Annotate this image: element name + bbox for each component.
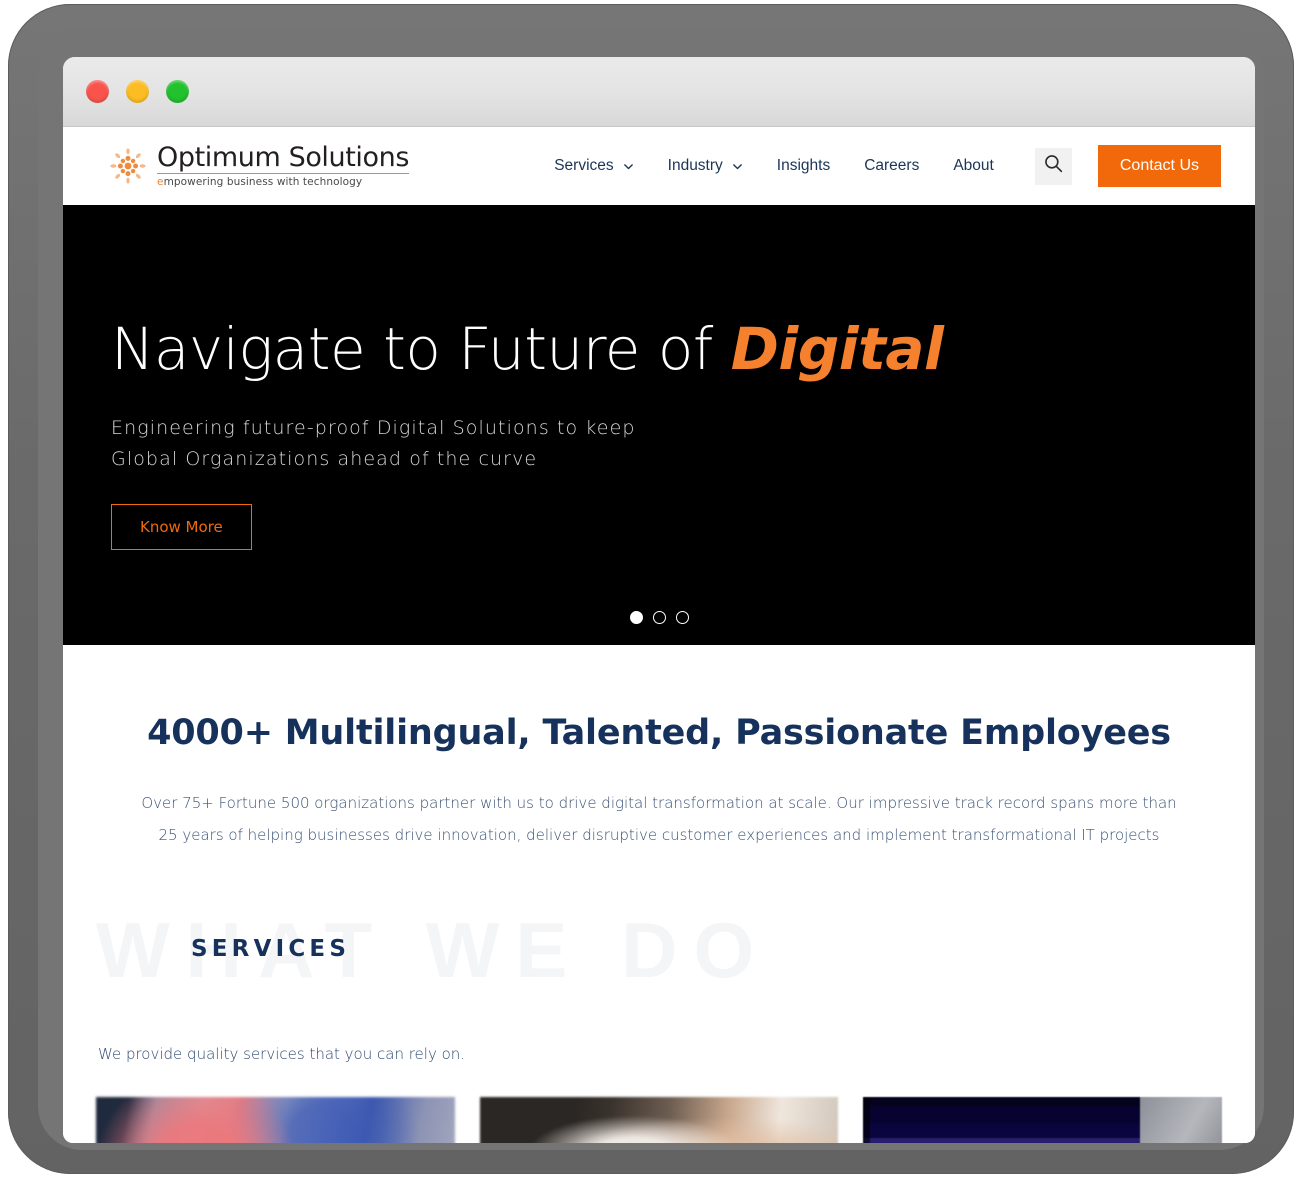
search-icon bbox=[1043, 153, 1064, 179]
minimize-window-button[interactable] bbox=[126, 80, 149, 103]
site-header: Optimum Solutions empowering business wi… bbox=[63, 127, 1255, 205]
services-heading-row: WHAT WE DO SERVICES bbox=[96, 906, 1222, 1009]
nav-item-services[interactable]: Services bbox=[537, 157, 650, 175]
brand-logo[interactable]: Optimum Solutions empowering business wi… bbox=[108, 144, 409, 188]
carousel-dots bbox=[63, 611, 1255, 624]
hero-subtitle: Engineering future-proof Digital Solutio… bbox=[111, 413, 636, 475]
search-button[interactable] bbox=[1034, 147, 1072, 185]
contact-us-button[interactable]: Contact Us bbox=[1097, 145, 1221, 187]
stats-section: 4000+ Multilingual, Talented, Passionate… bbox=[63, 645, 1255, 851]
hero-title-main: Navigate to Future of bbox=[111, 315, 731, 383]
service-card-2[interactable] bbox=[479, 1097, 839, 1143]
logo-tagline: empowering business with technology bbox=[157, 177, 409, 188]
logo-name: Optimum Solutions bbox=[157, 142, 410, 175]
nav-label: About bbox=[953, 157, 994, 174]
nav-item-industry[interactable]: Industry bbox=[651, 157, 760, 175]
nav-item-about[interactable]: About bbox=[936, 157, 1011, 175]
nav-label: Careers bbox=[864, 157, 920, 174]
close-window-button[interactable] bbox=[86, 80, 109, 103]
stats-paragraph: Over 75+ Fortune 500 organizations partn… bbox=[141, 794, 1177, 844]
carousel-dot-3[interactable] bbox=[675, 611, 689, 624]
browser-window: Optimum Solutions empowering business wi… bbox=[63, 57, 1255, 1143]
nav-label: Industry bbox=[667, 157, 723, 174]
service-card-1[interactable] bbox=[96, 1097, 455, 1143]
nav-item-careers[interactable]: Careers bbox=[847, 157, 936, 175]
nav-item-insights[interactable]: Insights bbox=[760, 157, 847, 175]
hero-title-accent: Digital bbox=[730, 315, 944, 383]
know-more-button[interactable]: Know More bbox=[111, 504, 252, 550]
nav-label: Services bbox=[554, 157, 614, 174]
nav-label: Insights bbox=[776, 157, 831, 174]
carousel-dot-2[interactable] bbox=[652, 611, 666, 624]
radial-dots-icon bbox=[108, 146, 148, 186]
hero-subtitle-line2: Global Organizations ahead of the curve bbox=[111, 448, 538, 470]
hero-title: Navigate to Future of Digital bbox=[111, 315, 944, 383]
main-nav: Services Industry Insights Careers About… bbox=[537, 145, 1221, 187]
device-frame: Optimum Solutions empowering business wi… bbox=[8, 4, 1294, 1174]
services-label: SERVICES bbox=[191, 936, 351, 962]
maximize-window-button[interactable] bbox=[166, 80, 189, 103]
carousel-dot-1[interactable] bbox=[629, 611, 643, 624]
browser-titlebar bbox=[63, 57, 1255, 127]
services-subtext: We provide quality services that you can… bbox=[98, 1045, 466, 1063]
page-viewport: Optimum Solutions empowering business wi… bbox=[63, 127, 1255, 1143]
chevron-down-icon bbox=[623, 161, 634, 172]
hero-banner: Navigate to Future of Digital Engineerin… bbox=[63, 205, 1255, 645]
hero-subtitle-line1: Engineering future-proof Digital Solutio… bbox=[111, 417, 636, 439]
services-section: WHAT WE DO SERVICES We provide quality s… bbox=[63, 851, 1255, 1143]
stats-heading: 4000+ Multilingual, Talented, Passionate… bbox=[147, 713, 1171, 753]
service-card-3[interactable] bbox=[863, 1097, 1223, 1143]
chevron-down-icon bbox=[732, 161, 743, 172]
logo-tagline-rest: mpowering business with technology bbox=[163, 176, 363, 189]
service-cards bbox=[96, 1097, 1223, 1143]
logo-wordmark: Optimum Solutions empowering business wi… bbox=[157, 144, 409, 188]
